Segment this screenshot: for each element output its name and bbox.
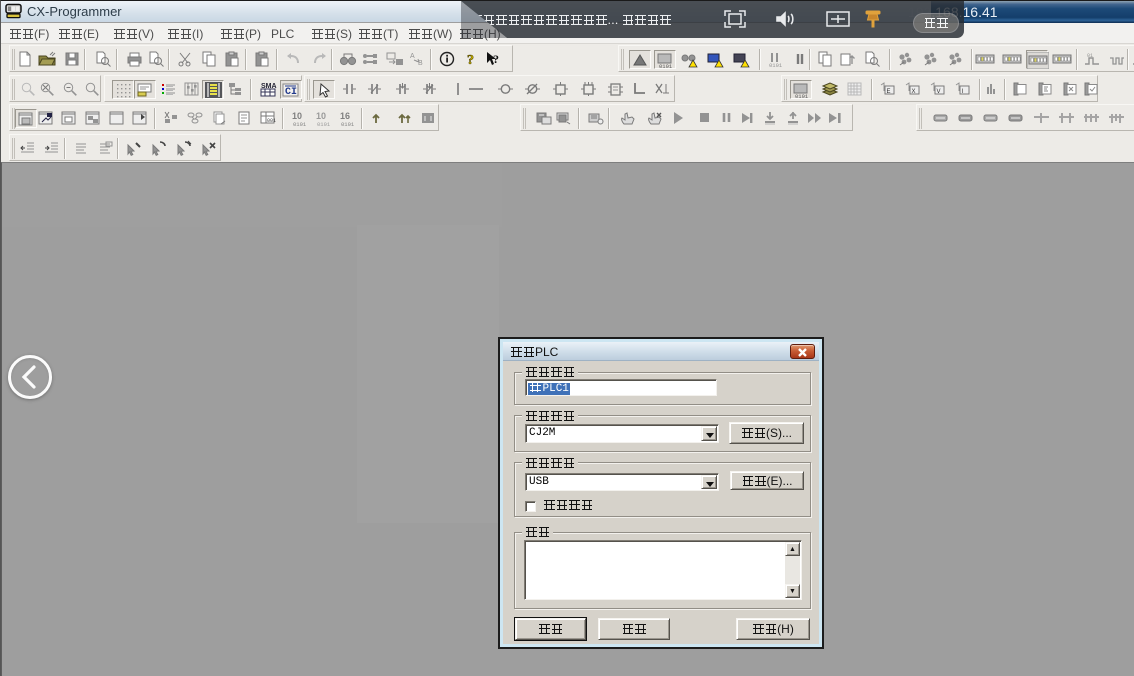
svg-text:0101: 0101 bbox=[341, 121, 355, 127]
svg-text:?: ? bbox=[493, 52, 499, 66]
svg-text:V: V bbox=[936, 89, 940, 95]
svg-text:0101: 0101 bbox=[795, 93, 809, 99]
svg-text:16: 16 bbox=[340, 111, 350, 121]
svg-text:10: 10 bbox=[316, 111, 326, 121]
svg-text:01: 01 bbox=[1087, 53, 1093, 59]
svg-text:E: E bbox=[886, 89, 890, 95]
svg-text:0101: 0101 bbox=[293, 121, 307, 127]
svg-text:0101: 0101 bbox=[769, 62, 783, 68]
svg-text:0101: 0101 bbox=[317, 121, 331, 127]
svg-text:001: 001 bbox=[267, 118, 276, 124]
svg-text:10: 10 bbox=[292, 111, 302, 121]
svg-text:A: A bbox=[410, 53, 415, 60]
svg-text:X: X bbox=[911, 89, 915, 95]
svg-text:0101: 0101 bbox=[659, 63, 673, 69]
svg-text:CI: CI bbox=[285, 87, 297, 98]
svg-text:?: ? bbox=[467, 53, 474, 67]
